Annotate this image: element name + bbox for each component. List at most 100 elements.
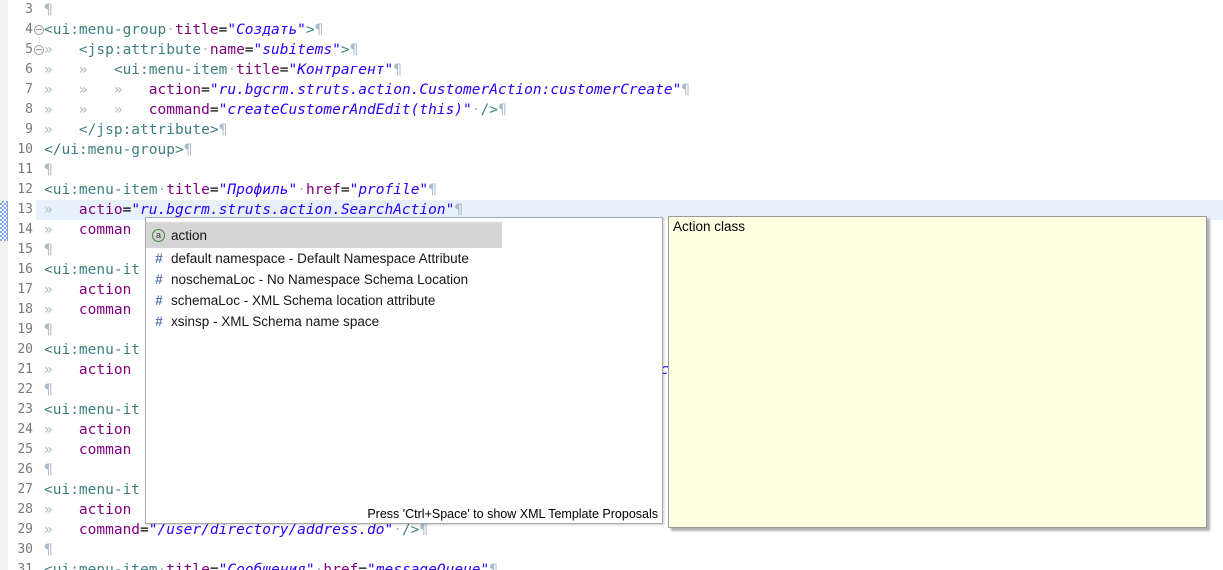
fold-column	[33, 160, 44, 180]
line-number[interactable]: 25	[8, 440, 33, 460]
fold-column	[33, 480, 44, 500]
line-number[interactable]: 8	[8, 100, 33, 120]
code-line-12[interactable]: 12 <ui:menu-item·title="Профиль"·href="pr…	[0, 180, 1223, 200]
proposal-info-tooltip: Action class	[668, 216, 1207, 528]
code-text: ¶	[44, 2, 53, 18]
code-text: <ui:menu-it	[44, 342, 140, 358]
fold-column	[33, 360, 44, 380]
code-line-11[interactable]: 11 ¶	[0, 160, 1223, 180]
completion-item-1[interactable]: aaction	[146, 222, 502, 248]
code-text: <ui:menu-it	[44, 402, 140, 418]
completion-item-label: noschemaLoc - No Namespace Schema Locati…	[171, 272, 468, 287]
proposal-info-text: Action class	[669, 217, 1206, 236]
code-line-31[interactable]: 31 <ui:menu-item·title="Сообщения"·href="…	[0, 560, 1223, 570]
fold-column	[33, 0, 44, 20]
code-text: <ui:menu-item·title="Сообщения"·href="me…	[44, 562, 498, 570]
line-number[interactable]: 26	[8, 460, 33, 480]
fold-column	[33, 340, 44, 360]
content-assist-status: Press 'Ctrl+Space' to show XML Template …	[367, 507, 658, 521]
annotation-ruler[interactable]	[0, 0, 8, 570]
line-number[interactable]: 28	[8, 500, 33, 520]
line-number[interactable]: 3	[8, 0, 33, 20]
code-text: » comman	[44, 222, 131, 238]
fold-column	[33, 420, 44, 440]
line-number[interactable]: 29	[8, 520, 33, 540]
code-line-7[interactable]: 7» » » action="ru.bgcrm.struts.action.Cu…	[0, 80, 1223, 100]
fold-column	[33, 100, 44, 120]
line-number[interactable]: 22	[8, 380, 33, 400]
code-text: ¶	[44, 462, 53, 478]
code-text: » action	[44, 362, 131, 378]
line-number[interactable]: 14	[8, 220, 33, 240]
line-number[interactable]: 6	[8, 60, 33, 80]
code-text: » <jsp:attribute·name="subitems">¶	[44, 42, 358, 58]
line-number[interactable]: 9	[8, 120, 33, 140]
code-line-6[interactable]: 6» » <ui:menu-item·title="Контрагент"¶	[0, 60, 1223, 80]
code-line-8[interactable]: 8 » » » command="createCustomerAndEdit(th…	[0, 100, 1223, 120]
line-number[interactable]: 19	[8, 320, 33, 340]
fold-column	[33, 20, 44, 40]
fold-column	[33, 460, 44, 480]
range-indicator	[0, 201, 8, 241]
code-text: ¶	[44, 162, 53, 178]
line-number[interactable]: 17	[8, 280, 33, 300]
xml-editor-canvas[interactable]: 3¶4<ui:menu-group·title="Создать">¶5» <j…	[0, 0, 1223, 570]
line-number[interactable]: 11	[8, 160, 33, 180]
fold-column	[33, 320, 44, 340]
code-text: <ui:menu-group·title="Создать">¶	[44, 22, 323, 38]
line-number[interactable]: 10	[8, 140, 33, 160]
code-line-4[interactable]: 4 <ui:menu-group·title="Создать">¶	[0, 20, 1223, 40]
code-text: <ui:menu-it	[44, 262, 140, 278]
code-line-10[interactable]: 10</ui:menu-group>¶	[0, 140, 1223, 160]
completion-item-label: action	[171, 228, 207, 243]
line-number[interactable]: 15	[8, 240, 33, 260]
line-number[interactable]: 27	[8, 480, 33, 500]
fold-column	[33, 200, 44, 220]
code-text: » comman	[44, 302, 131, 318]
line-number[interactable]: 18	[8, 300, 33, 320]
line-number[interactable]: 12	[8, 180, 33, 200]
completion-item-4[interactable]: #schemaLoc - XML Schema location attribu…	[146, 290, 662, 311]
fold-toggle-icon[interactable]	[34, 45, 44, 55]
line-number[interactable]: 13	[8, 200, 33, 220]
template-proposal-icon: #	[152, 314, 166, 329]
line-number[interactable]: 24	[8, 420, 33, 440]
template-proposal-icon: #	[152, 293, 166, 308]
fold-column	[33, 180, 44, 200]
code-text: <ui:menu-it	[44, 482, 140, 498]
fold-column	[33, 540, 44, 560]
fold-column	[33, 500, 44, 520]
template-proposal-icon: #	[152, 272, 166, 287]
line-number[interactable]: 5	[8, 40, 33, 60]
line-number[interactable]: 16	[8, 260, 33, 280]
line-number[interactable]: 21	[8, 360, 33, 380]
code-line-9[interactable]: 9» </jsp:attribute>¶	[0, 120, 1223, 140]
code-text: » comman	[44, 442, 131, 458]
fold-column	[33, 520, 44, 540]
content-assist-popup[interactable]: aaction#default namespace - Default Name…	[145, 217, 663, 524]
code-line-5[interactable]: 5 » <jsp:attribute·name="subitems">¶	[0, 40, 1223, 60]
completion-item-label: xsinsp - XML Schema name space	[171, 314, 379, 329]
completion-item-2[interactable]: #default namespace - Default Namespace A…	[146, 248, 662, 269]
line-number[interactable]: 20	[8, 340, 33, 360]
completion-item-5[interactable]: # xsinsp - XML Schema name space	[146, 311, 662, 332]
code-line-30[interactable]: 30¶	[0, 540, 1223, 560]
template-proposal-icon: #	[152, 251, 166, 266]
code-line-3[interactable]: 3¶	[0, 0, 1223, 20]
code-text: » action	[44, 502, 131, 518]
code-text: <ui:menu-item·title="Профиль"·href="prof…	[44, 182, 437, 198]
line-number[interactable]: 31	[8, 560, 33, 570]
fold-column	[33, 560, 44, 570]
fold-toggle-icon[interactable]	[34, 25, 44, 35]
code-text: ¶	[44, 242, 53, 258]
fold-column	[33, 280, 44, 300]
code-text: » » » command="createCustomerAndEdit(thi…	[44, 102, 507, 118]
fold-column	[33, 260, 44, 280]
line-number[interactable]: 4	[8, 20, 33, 40]
code-text: ¶	[44, 382, 53, 398]
code-text: » action	[44, 422, 131, 438]
line-number[interactable]: 30	[8, 540, 33, 560]
completion-item-3[interactable]: # noschemaLoc - No Namespace Schema Locat…	[146, 269, 662, 290]
line-number[interactable]: 7	[8, 80, 33, 100]
line-number[interactable]: 23	[8, 400, 33, 420]
